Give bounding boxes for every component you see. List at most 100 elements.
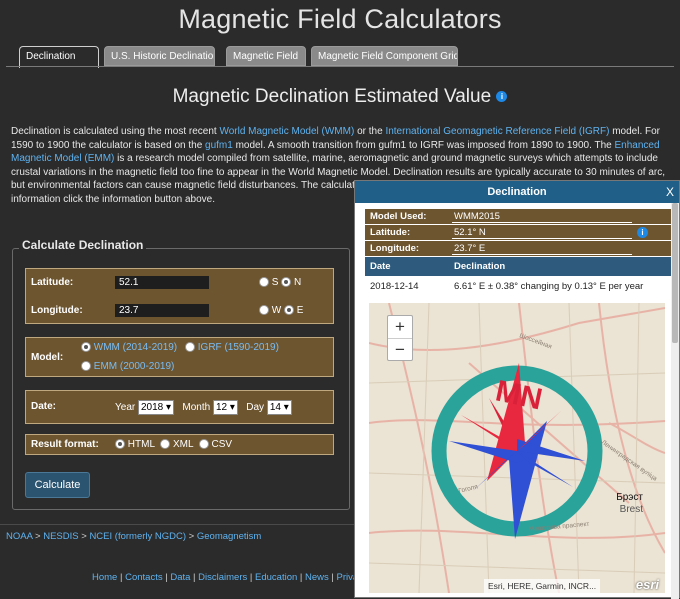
intro-text: model. A smooth transition from gufm1 to… <box>232 139 615 151</box>
igrf-link[interactable]: International Geomagnetic Reference Fiel… <box>385 126 609 137</box>
breadcrumb-separator: > <box>78 531 90 542</box>
breadcrumb-ncei[interactable]: NCEI (formerly NGDC) <box>89 531 186 542</box>
result-header-row: Date Declination <box>365 257 675 276</box>
intro-text: information click the information button… <box>11 193 215 205</box>
footer-news[interactable]: News <box>305 572 329 583</box>
site-title: Magnetic Field Calculators <box>178 4 502 34</box>
lat-n-radio[interactable] <box>281 277 292 288</box>
model-emm-label: EMM (2000-2019) <box>93 361 175 372</box>
footer-home[interactable]: Home <box>92 572 117 583</box>
form-legend: Calculate Declination <box>19 238 147 252</box>
longitude-input[interactable]: 23.7 <box>115 304 209 317</box>
date-panel: Date: Year 2018 ▾ Month 12 ▾ Day 14 ▾ <box>25 390 334 424</box>
breadcrumb: NOAA > NESDIS > NCEI (formerly NGDC) > G… <box>6 531 261 542</box>
model-label: Model: <box>31 352 64 363</box>
longitude-label: Longitude: <box>31 305 83 316</box>
model-emm-radio[interactable] <box>81 361 91 372</box>
breadcrumb-separator: > <box>186 531 197 542</box>
date-selectors: Year 2018 ▾ Month 12 ▾ Day 14 ▾ <box>115 400 292 415</box>
lon-w-label: W <box>271 305 282 316</box>
month-value: 12 <box>215 402 228 413</box>
scrollbar-thumb[interactable] <box>672 203 678 343</box>
close-icon[interactable]: X <box>663 181 677 203</box>
result-format-options: HTML XML CSV <box>115 439 232 450</box>
format-xml-radio[interactable] <box>160 439 171 450</box>
format-html-radio[interactable] <box>115 439 125 450</box>
month-label: Month <box>182 402 211 414</box>
declination-map[interactable]: MN Брэст Brest Шоссейная Гоголя Машэрава… <box>369 303 665 593</box>
breadcrumb-geomagnetism[interactable]: Geomagnetism <box>197 531 261 542</box>
result-date: 2018-12-14 <box>370 281 419 292</box>
model-used-row: Model Used: WMM2015 <box>365 209 675 224</box>
wmm-link[interactable]: World Magnetic Model (WMM) <box>219 126 354 137</box>
result-declination: 6.61° E ± 0.38° changing by 0.13° E per … <box>454 281 644 292</box>
breadcrumb-separator: > <box>32 531 44 542</box>
zoom-control: + − <box>387 315 413 361</box>
tab-declination[interactable]: Declination <box>19 46 99 68</box>
info-icon[interactable]: i <box>637 227 648 238</box>
lon-hemisphere: W E <box>259 305 303 316</box>
calculate-button[interactable]: Calculate <box>25 472 90 498</box>
col-date-header: Date <box>370 261 391 272</box>
lon-e-radio[interactable] <box>284 305 295 316</box>
latitude-row: Latitude: 52.1° N i <box>365 225 675 240</box>
lat-hemisphere: S N <box>259 277 301 288</box>
footer-education[interactable]: Education <box>255 572 297 583</box>
latitude-label: Latitude: <box>31 277 74 288</box>
lat-s-label: S <box>271 277 279 288</box>
declination-result-popup: Declination X Model Used: WMM2015 Latitu… <box>354 180 680 599</box>
col-declination-header: Declination <box>454 261 506 272</box>
zoom-out-button[interactable]: − <box>388 339 412 361</box>
popup-longitude-label: Longitude: <box>370 243 420 254</box>
year-select[interactable]: 2018 ▾ <box>138 400 175 415</box>
model-wmm-radio[interactable] <box>81 342 91 353</box>
info-icon[interactable]: i <box>496 91 508 103</box>
gufm1-link[interactable]: gufm1 <box>205 140 233 151</box>
city-label-en: Brest <box>620 504 644 515</box>
day-value: 14 <box>269 402 281 413</box>
model-panel: Model: WMM (2014-2019) IGRF (1590-2019) … <box>25 337 334 377</box>
model-emm-option[interactable]: EMM (2000-2019) <box>81 361 174 372</box>
tab-magnetic-field-component-grid[interactable]: Magnetic Field Component Grid <box>311 46 458 66</box>
footer-data[interactable]: Data <box>170 572 190 583</box>
intro-text: Declination is calculated using the most… <box>11 126 220 137</box>
date-label: Date: <box>31 401 57 412</box>
table-row: 2018-12-14 6.61° E ± 0.38° changing by 0… <box>365 278 675 305</box>
lat-n-label: N <box>294 277 302 288</box>
longitude-row: Longitude: 23.7° E <box>365 241 675 256</box>
breadcrumb-noaa[interactable]: NOAA <box>6 531 32 542</box>
result-format-panel: Result format: HTML XML CSV <box>25 434 334 455</box>
model-igrf-option[interactable]: IGRF (1590-2019) <box>185 342 279 353</box>
map-canvas: MN Брэст Brest Шоссейная Гоголя Машэрава… <box>369 303 665 593</box>
intro-text: or the <box>354 126 386 137</box>
row-rule <box>452 222 632 223</box>
latitude-input[interactable]: 52.1 <box>115 276 209 289</box>
footer-contacts[interactable]: Contacts <box>125 572 163 583</box>
format-xml-label: XML <box>172 439 194 450</box>
tab-us-historic-declination[interactable]: U.S. Historic Declination <box>104 46 215 66</box>
breadcrumb-nesdis[interactable]: NESDIS <box>43 531 78 542</box>
month-select[interactable]: 12 ▾ <box>212 400 238 415</box>
row-rule <box>452 254 632 255</box>
year-label: Year <box>115 402 136 414</box>
zoom-in-button[interactable]: + <box>388 316 412 339</box>
footer-links: Home | Contacts | Data | Disclaimers | E… <box>92 572 373 583</box>
row-rule <box>452 238 632 239</box>
tab-magnetic-field[interactable]: Magnetic Field <box>226 46 306 66</box>
location-panel: Latitude: 52.1 S N Longitude: 23.7 W E <box>25 268 334 324</box>
tab-underline <box>6 66 674 67</box>
popup-scrollbar[interactable] <box>671 203 679 599</box>
model-wmm-option[interactable]: WMM (2014-2019) <box>81 342 177 353</box>
esri-logo: esri <box>635 577 659 592</box>
lat-s-radio[interactable] <box>259 277 269 288</box>
lon-w-radio[interactable] <box>259 305 269 316</box>
model-igrf-radio[interactable] <box>185 342 195 353</box>
day-select[interactable]: 14 ▾ <box>266 400 292 415</box>
lon-e-label: E <box>296 305 304 316</box>
day-label: Day <box>246 402 265 414</box>
map-attribution[interactable]: Esri, HERE, Garmin, INCR... <box>484 579 601 593</box>
model-used-label: Model Used: <box>370 211 427 222</box>
format-csv-radio[interactable] <box>198 439 209 450</box>
page-title: Magnetic Declination Estimated Value i <box>0 86 680 108</box>
footer-disclaimers[interactable]: Disclaimers <box>198 572 247 583</box>
